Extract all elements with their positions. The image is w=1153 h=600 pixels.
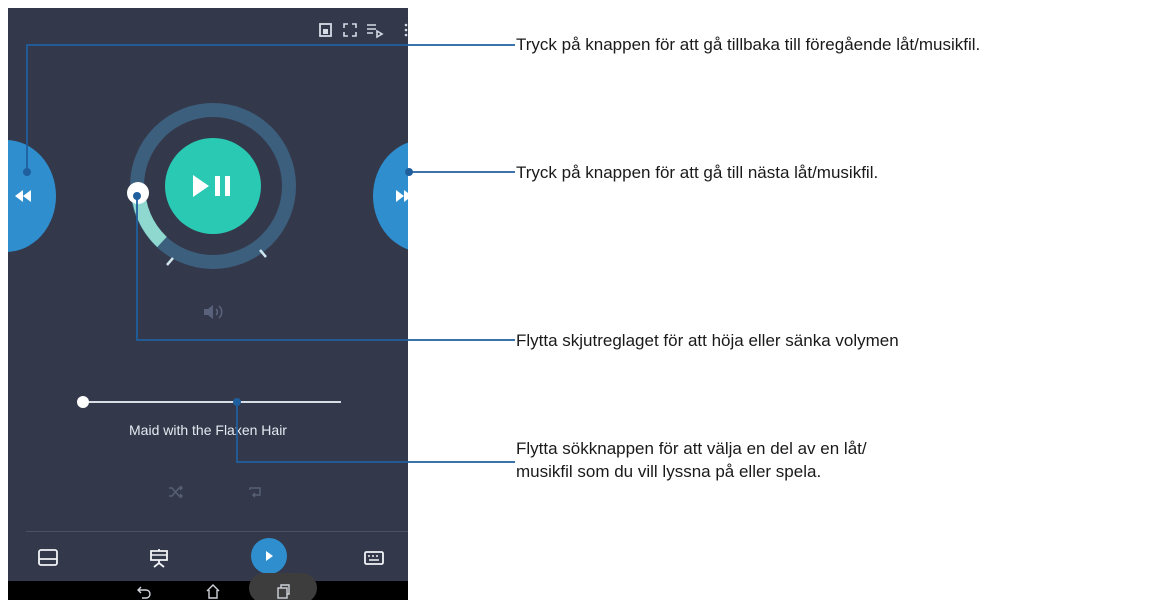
callout-next: Tryck på knappen för att gå till nästa l… bbox=[516, 163, 879, 182]
system-nav-bar bbox=[8, 573, 408, 600]
callout-seek: Flytta sökknappen för att välja en del a… bbox=[516, 437, 867, 483]
back-icon[interactable] bbox=[136, 583, 152, 599]
play-pause-icon bbox=[193, 175, 230, 197]
callout-seek-line-2: musikfil som du vill lyssna på eller spe… bbox=[516, 462, 822, 481]
playlist-icon[interactable] bbox=[364, 20, 384, 40]
fullscreen-icon[interactable] bbox=[340, 20, 360, 40]
seek-thumb[interactable] bbox=[77, 396, 89, 408]
previous-button[interactable] bbox=[8, 140, 56, 252]
touchpad-icon[interactable] bbox=[37, 547, 59, 569]
speaker-icon bbox=[202, 303, 226, 321]
shuffle-icon[interactable] bbox=[168, 484, 184, 499]
callout-seek-line-1: Flytta sökknappen för att välja en del a… bbox=[516, 439, 867, 458]
next-button[interactable] bbox=[373, 140, 408, 252]
fast-forward-icon bbox=[395, 188, 408, 202]
presentation-icon[interactable] bbox=[148, 547, 170, 569]
cast-icon[interactable] bbox=[315, 20, 335, 40]
music-player-screen: Maid with the Flaxen Hair bbox=[8, 8, 408, 600]
more-vert-icon[interactable] bbox=[396, 20, 408, 40]
recent-apps-icon[interactable] bbox=[275, 583, 291, 599]
play-button[interactable] bbox=[251, 538, 287, 574]
home-icon[interactable] bbox=[205, 583, 221, 599]
repeat-icon[interactable] bbox=[247, 484, 263, 498]
bottom-divider bbox=[26, 531, 408, 532]
seek-track[interactable] bbox=[83, 401, 341, 403]
callout-previous: Tryck på knappen för att gå tillbaka til… bbox=[516, 35, 981, 54]
volume-slider-thumb[interactable] bbox=[127, 182, 149, 204]
play-pause-button[interactable] bbox=[165, 138, 261, 234]
callout-volume: Flytta skjutreglaget för att höja eller … bbox=[516, 331, 899, 350]
song-title: Maid with the Flaxen Hair bbox=[129, 422, 287, 438]
rewind-icon bbox=[14, 188, 32, 202]
play-icon bbox=[266, 551, 273, 561]
keyboard-icon[interactable] bbox=[363, 547, 385, 569]
seek-bar[interactable] bbox=[77, 394, 341, 410]
